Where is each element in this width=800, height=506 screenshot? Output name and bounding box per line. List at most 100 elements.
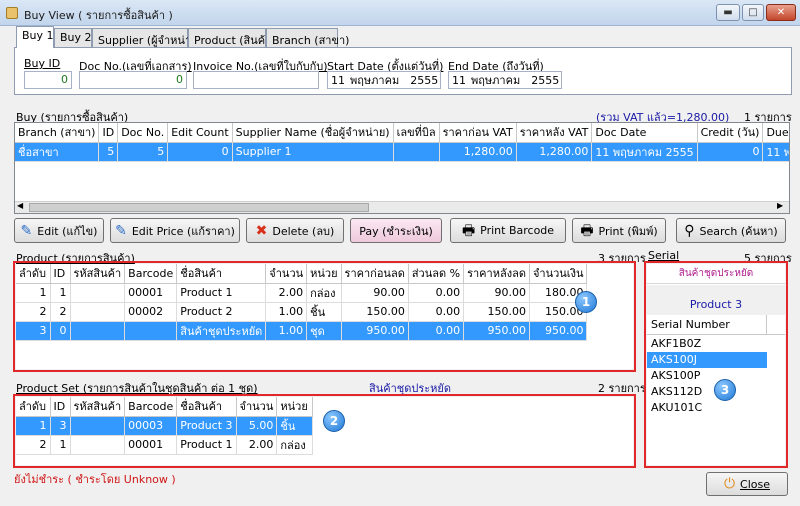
column-header[interactable]: ราคาหลังลด — [463, 264, 530, 284]
table-cell: 0 — [167, 142, 233, 162]
table-cell: 1 — [16, 416, 51, 436]
column-header[interactable]: จำนวน — [236, 397, 278, 417]
column-header[interactable]: หน่วย — [276, 397, 314, 417]
minimize-button[interactable]: ▬ — [716, 4, 740, 21]
column-header[interactable]: ราคาก่อนลด — [341, 264, 409, 284]
doc-no-input[interactable]: 0 — [79, 71, 187, 89]
serial-item[interactable]: AKS112D — [647, 384, 767, 400]
table-cell: 950.00 — [341, 321, 409, 341]
delete-label: Delete (ลบ) — [272, 224, 335, 238]
column-header[interactable]: ราคาหลัง VAT — [516, 123, 593, 143]
table-cell — [393, 142, 440, 162]
end-month: พฤษภาคม — [471, 74, 521, 87]
print-button[interactable]: 🖶 Print (พิมพ์) — [572, 218, 666, 243]
column-header[interactable]: เลขที่บิล — [393, 123, 440, 143]
column-header[interactable]: Edit Count — [167, 123, 233, 143]
column-header[interactable]: Barcode — [124, 397, 178, 417]
table-row[interactable]: 2 1 00001 Product 1 2.00 กล่อง — [16, 435, 314, 455]
column-header[interactable]: ส่วนลด % — [408, 264, 465, 284]
table-cell: 0.00 — [408, 302, 465, 322]
table-cell: 0 — [50, 321, 71, 341]
tab-product[interactable]: Product (สินค้า) — [188, 28, 276, 47]
table-cell — [70, 321, 126, 341]
scroll-left-icon[interactable]: ◀ — [17, 201, 23, 210]
table-row[interactable]: 2 2 00002 Product 2 1.00 ชิ้น 150.00 0.00 150.00… — [16, 302, 588, 322]
table-cell — [70, 302, 126, 322]
buy-grid[interactable]: Branch (สาขา) ID Doc No. Edit Count Supplier… — [14, 122, 790, 214]
edit-button[interactable]: ✎ Edit (แก้ไข) — [14, 218, 104, 243]
start-year: 2555 — [410, 73, 439, 87]
serial-item[interactable]: AKS100J — [647, 352, 767, 368]
close-button[interactable]: ⏻ Close — [706, 472, 788, 496]
serial-item[interactable]: AKS100P — [647, 368, 767, 384]
table-cell: 1.00 — [265, 302, 308, 322]
table-cell: ชิ้น — [276, 416, 314, 436]
table-cell: 950.00 — [529, 321, 588, 341]
table-row[interactable]: ชื่อสาขา 5 5 0 Supplier 1 1,280.00 1,280.00 11 … — [15, 142, 789, 162]
close-label: Close — [740, 477, 771, 491]
table-cell: 00001 — [124, 435, 178, 455]
tab-buy-1[interactable]: Buy 1 — [16, 26, 54, 48]
pencil-icon: ✎ — [115, 222, 127, 239]
serial-highlight-box: สินค้าชุดประหยัด Product 3 Serial Number… — [644, 261, 788, 468]
table-row[interactable]: 1 3 00003 Product 3 5.00 ชิ้น — [16, 416, 314, 436]
table-cell — [70, 416, 126, 436]
printer-icon: 🖶 — [461, 222, 476, 239]
column-header[interactable]: ID — [98, 123, 119, 143]
column-header[interactable]: Doc Date — [591, 123, 698, 143]
close-window-button[interactable]: ✕ — [766, 4, 796, 21]
search-label: Search (ค้นหา) — [699, 224, 778, 238]
pay-label: Pay (ชำระเงิน) — [359, 224, 433, 238]
product-grid[interactable]: ลำดับ ID รหัสสินค้า Barcode ชื่อสินค้า จำนวนห… — [16, 264, 633, 369]
column-header[interactable]: หน่วย — [306, 264, 342, 284]
table-cell: 5.00 — [236, 416, 278, 436]
column-header[interactable]: รหัสสินค้า — [70, 264, 126, 284]
table-row[interactable]: 1 1 00001 Product 1 2.00 กล่อง 90.00 0.00 90.00 1… — [16, 283, 588, 303]
product-set-grid[interactable]: ลำดับ ID รหัสสินค้า Barcode ชื่อสินค้า จำนวนห… — [16, 397, 633, 465]
column-header[interactable]: Credit (วัน) — [697, 123, 764, 143]
column-header[interactable]: Barcode — [124, 264, 178, 284]
tab-buy-2[interactable]: Buy 2 — [54, 28, 92, 47]
title-bar: Buy View ( รายการซื้อสินค้า ) ▬ □ ✕ — [0, 0, 800, 26]
column-header[interactable]: Branch (สาขา) — [15, 123, 100, 143]
column-header[interactable]: จำนวน — [265, 264, 308, 284]
scroll-thumb[interactable] — [29, 203, 369, 212]
table-cell: 1 — [16, 283, 51, 303]
table-cell: ชิ้น — [306, 302, 342, 322]
column-header[interactable]: จำนวนเงิน — [529, 264, 588, 284]
scroll-right-icon[interactable]: ▶ — [777, 201, 783, 210]
start-date-picker[interactable]: 11 พฤษภาคม 2555 ▦▾ — [327, 71, 441, 89]
column-header[interactable]: ชื่อสินค้า — [176, 397, 237, 417]
maximize-button[interactable]: □ — [742, 4, 764, 21]
search-button[interactable]: ⚲ Search (ค้นหา) — [676, 218, 786, 243]
serial-item[interactable]: AKU101C — [647, 400, 767, 416]
serial-item[interactable]: AKF1B0Z — [647, 336, 767, 352]
pencil-icon: ✎ — [20, 222, 33, 239]
delete-button[interactable]: ✖ Delete (ลบ) — [246, 218, 344, 243]
print-barcode-button[interactable]: 🖶 Print Barcode — [450, 218, 566, 243]
buy-id-input[interactable]: 0 — [24, 71, 72, 89]
column-header[interactable]: รหัสสินค้า — [70, 397, 126, 417]
column-header[interactable]: ราคาก่อน VAT — [439, 123, 517, 143]
column-header[interactable]: Doc No. — [117, 123, 169, 143]
column-header[interactable]: ลำดับ — [16, 397, 51, 417]
start-day: 11 — [331, 73, 345, 87]
table-row[interactable]: 3 0 สินค้าชุดประหยัด 1.00 ชุด 950.00 0.00 950.0… — [16, 321, 588, 341]
tab-branch[interactable]: Branch (สาขา) — [266, 28, 349, 47]
pay-button[interactable]: Pay (ชำระเงิน) — [350, 218, 442, 243]
table-cell: Product 3 — [176, 416, 237, 436]
buy-horizontal-scrollbar[interactable]: ◀ ▶ — [15, 201, 789, 213]
column-header[interactable]: Supplier Name (ชื่อผู้จำหน่าย) — [232, 123, 394, 143]
column-header[interactable]: ลำดับ — [16, 264, 51, 284]
edit-price-button[interactable]: ✎ Edit Price (แก้ราคา) — [110, 218, 240, 243]
column-header[interactable]: ID — [50, 264, 71, 284]
invoice-no-input[interactable] — [193, 71, 319, 89]
column-header[interactable]: ID — [50, 397, 71, 417]
tab-supplier[interactable]: Supplier (ผู้จำหน่าย) — [92, 28, 202, 47]
column-header[interactable]: DueDate — [762, 123, 789, 143]
column-header[interactable]: ชื่อสินค้า — [176, 264, 267, 284]
end-date-picker[interactable]: 11 พฤษภาคม 2555 ▦▾ — [448, 71, 562, 89]
start-month: พฤษภาคม — [350, 74, 400, 87]
table-cell: 1 — [50, 435, 71, 455]
callout-badge-1: 1 — [575, 291, 597, 313]
